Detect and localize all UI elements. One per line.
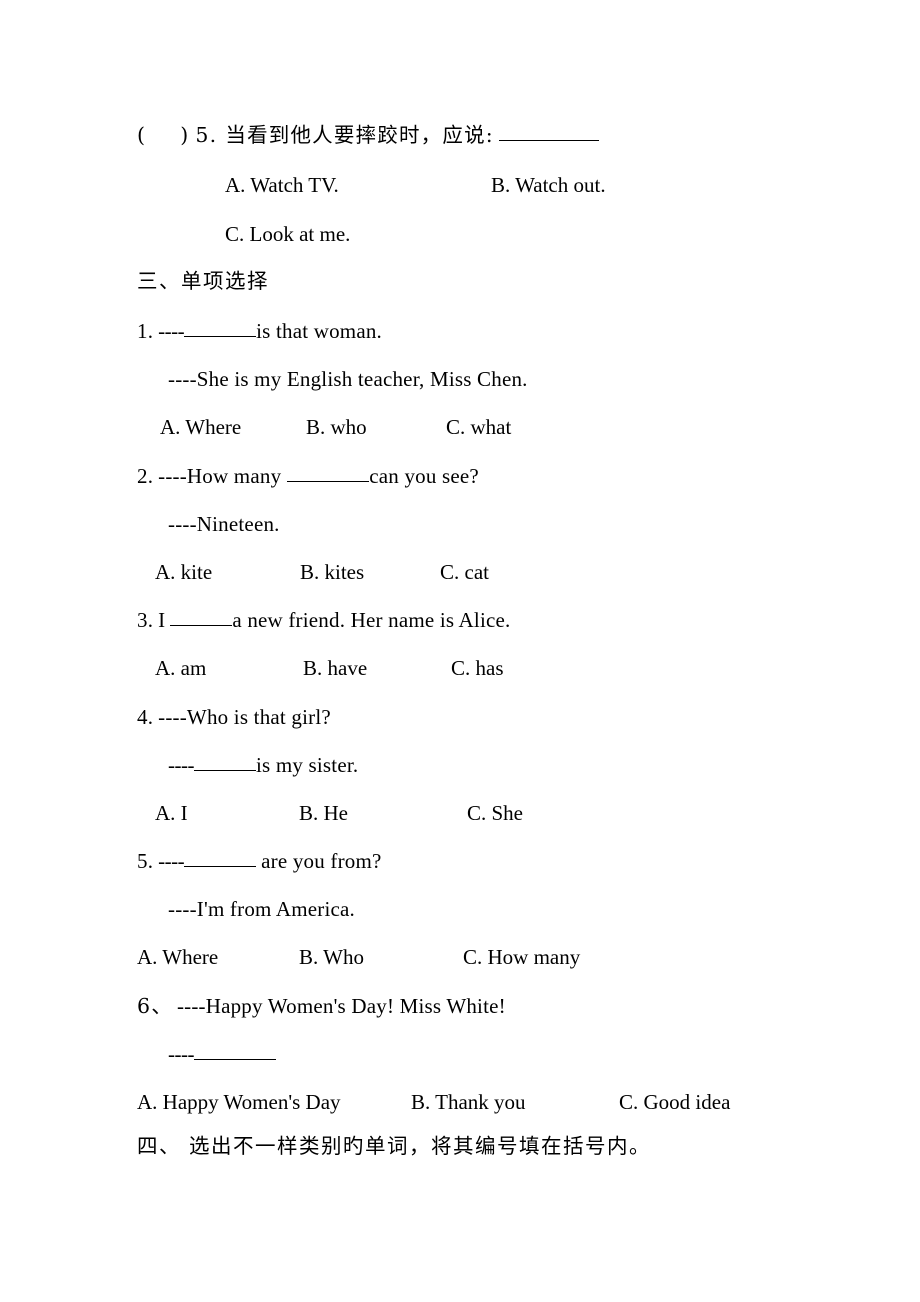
question-1-blank[interactable]: [184, 336, 257, 337]
question-6-number: 6、: [137, 994, 173, 1018]
section-four-heading: 四、 选出不一样类别旳单词，将其编号填在括号内。: [137, 1134, 652, 1158]
question-3-stem-before: I: [158, 608, 166, 632]
question-4-reply-dashes: ----: [168, 753, 194, 777]
question-s3-5-number: 5.: [137, 849, 154, 873]
answer-bracket-open: (: [137, 123, 147, 147]
question-1-dashes: ----: [158, 319, 185, 343]
question-2-number: 2.: [137, 464, 154, 488]
worksheet-page: () 5. 当看到他人要摔跤时，应说: A. Watch TV. B. Watch …: [0, 0, 920, 1302]
question-6-stem-text: ----Happy Women's Day! Miss White!: [176, 994, 506, 1018]
question-4-option-b[interactable]: B. He: [299, 800, 348, 826]
question-4-reply: ---- is my sister.: [168, 752, 358, 778]
question-4-reply-text: is my sister.: [255, 753, 359, 777]
question-6-reply-dashes: ----: [168, 1042, 194, 1066]
question-4-blank[interactable]: [193, 770, 256, 771]
question-1-option-b[interactable]: B. who: [306, 414, 367, 440]
question-5-prompt-text: 当看到他人要摔跤时，应说:: [225, 123, 494, 147]
question-3-stem: 3. Ia new friend. Her name is Alice.: [137, 607, 511, 633]
question-s3-5-dashes: ----: [158, 849, 185, 873]
question-6-option-b[interactable]: B. Thank you: [411, 1089, 526, 1115]
question-3-number: 3.: [137, 608, 154, 632]
question-3-option-c[interactable]: C. has: [451, 655, 504, 681]
question-2-blank[interactable]: [287, 481, 370, 482]
question-s3-5-stem: 5. ---- are you from?: [137, 848, 382, 874]
question-2-option-a[interactable]: A. kite: [155, 559, 212, 585]
question-6-stem: 6、 ----Happy Women's Day! Miss White!: [137, 993, 506, 1019]
question-5-option-b[interactable]: B. Watch out.: [491, 172, 606, 198]
question-6-option-a[interactable]: A. Happy Women's Day: [137, 1089, 341, 1115]
question-5-answer-blank[interactable]: [498, 140, 599, 141]
question-3-blank[interactable]: [170, 625, 233, 626]
question-5-option-a[interactable]: A. Watch TV.: [225, 172, 339, 198]
question-3-option-a[interactable]: A. am: [155, 655, 206, 681]
question-s3-5-reply: ----I'm from America.: [168, 897, 355, 921]
question-2-stem-before: ----How many: [158, 464, 282, 488]
question-6-option-c[interactable]: C. Good idea: [619, 1089, 730, 1115]
question-2-stem: 2. ----How many can you see?: [137, 463, 479, 489]
question-6-reply: ----: [168, 1041, 276, 1067]
question-1-option-c[interactable]: C. what: [446, 414, 511, 440]
answer-bracket-close: ): [180, 123, 190, 147]
question-4-option-a[interactable]: A. I: [155, 800, 188, 826]
question-2-reply: ----Nineteen.: [168, 512, 280, 536]
question-4-stem: 4. ----Who is that girl?: [137, 704, 331, 730]
question-4-option-c[interactable]: C. She: [467, 800, 523, 826]
question-3-option-b[interactable]: B. have: [303, 655, 367, 681]
question-1-stem: 1. ---- is that woman.: [137, 318, 382, 344]
question-1-reply: ----She is my English teacher, Miss Chen…: [168, 367, 528, 391]
question-2-option-c[interactable]: C. cat: [440, 559, 489, 585]
question-s3-5-option-a[interactable]: A. Where: [137, 944, 218, 970]
question-3-stem-after: a new friend. Her name is Alice.: [232, 608, 511, 632]
question-2-stem-after: can you see?: [369, 464, 479, 488]
question-4-stem-text: ----Who is that girl?: [158, 705, 331, 729]
question-5-option-c[interactable]: C. Look at me.: [225, 221, 350, 247]
question-4-number: 4.: [137, 705, 154, 729]
question-1-stem-text: is that woman.: [256, 319, 383, 343]
question-s3-5-option-b[interactable]: B. Who: [299, 944, 364, 970]
question-s3-5-stem-text: are you from?: [261, 849, 382, 873]
section-three-heading: 三、单项选择: [137, 269, 269, 293]
question-5-number: 5.: [195, 123, 218, 147]
question-5-prompt-line: () 5. 当看到他人要摔跤时，应说:: [137, 122, 599, 148]
question-s3-5-blank[interactable]: [184, 866, 257, 867]
question-1-option-a[interactable]: A. Where: [160, 414, 241, 440]
question-6-blank[interactable]: [193, 1059, 276, 1060]
question-2-option-b[interactable]: B. kites: [300, 559, 364, 585]
question-1-number: 1.: [137, 319, 154, 343]
question-s3-5-option-c[interactable]: C. How many: [463, 944, 580, 970]
